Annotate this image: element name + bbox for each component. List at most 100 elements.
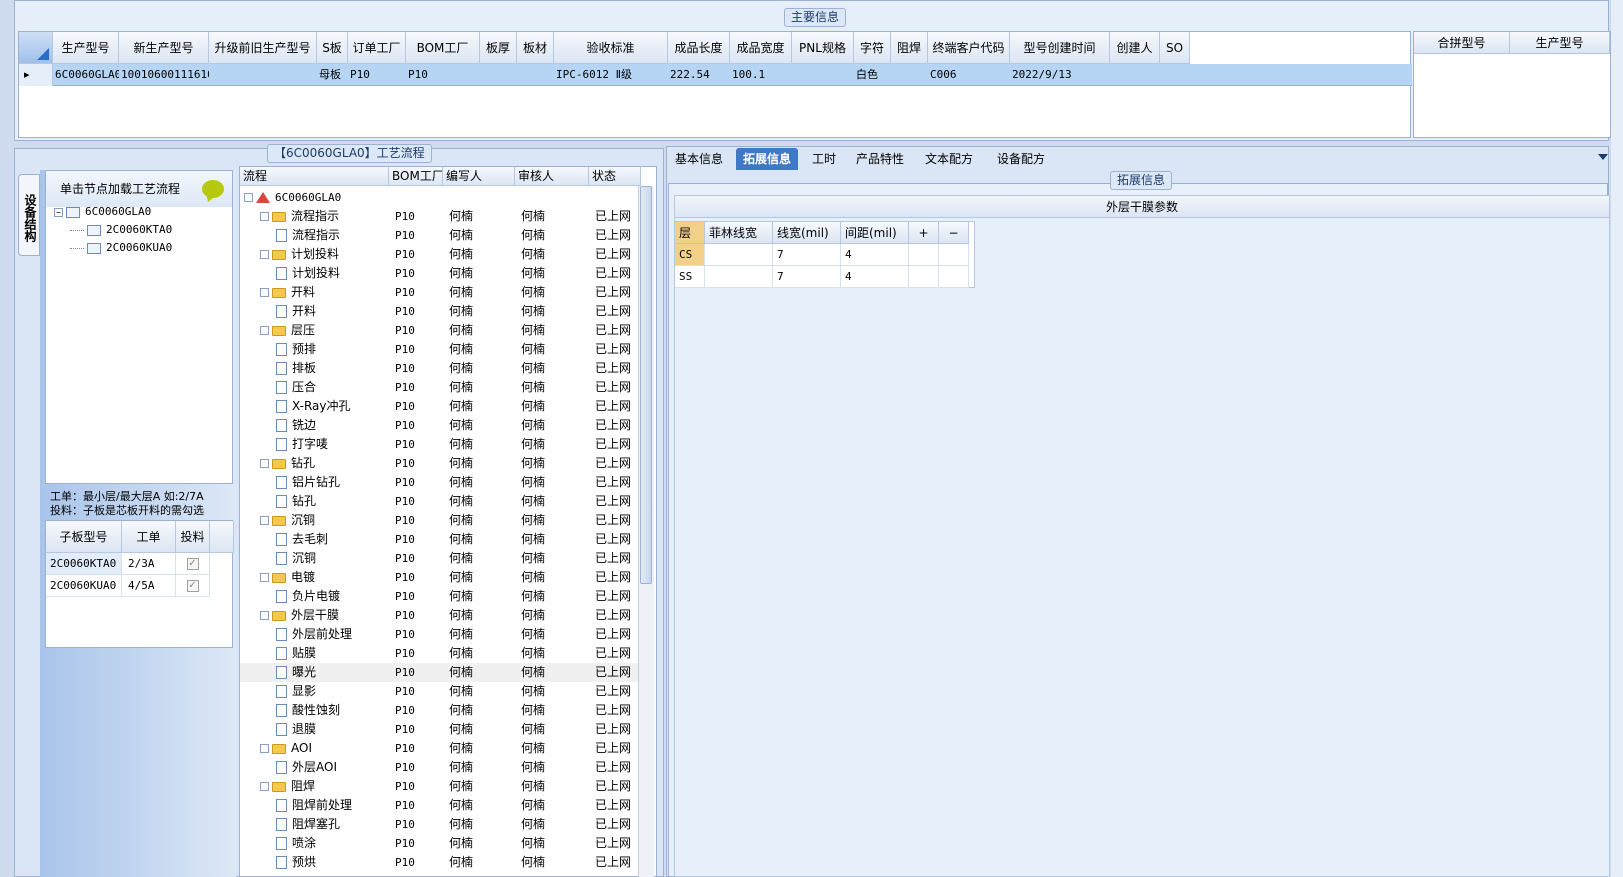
process-reviewer-cell[interactable]: 何楠: [521, 777, 589, 796]
process-name-cell[interactable]: 压合: [276, 378, 389, 397]
process-factory-cell[interactable]: P10: [395, 340, 443, 359]
process-status-cell[interactable]: 已上网: [595, 473, 641, 492]
column-header[interactable]: 合拼型号: [1414, 32, 1510, 54]
column-header[interactable]: 板材: [517, 32, 554, 64]
process-factory-cell[interactable]: P10: [395, 777, 443, 796]
column-header[interactable]: 新生产型号: [119, 32, 209, 64]
process-writer-cell[interactable]: 何楠: [449, 340, 515, 359]
table-cell[interactable]: [211, 64, 317, 86]
process-row[interactable]: 阻焊 P10 何楠 何楠 已上网: [240, 777, 640, 796]
process-factory-cell[interactable]: P10: [395, 758, 443, 777]
process-status-cell[interactable]: 已上网: [595, 606, 641, 625]
process-factory-cell[interactable]: P10: [395, 834, 443, 853]
table-cell[interactable]: [1162, 64, 1190, 86]
column-header[interactable]: 审核人: [515, 167, 589, 186]
process-writer-cell[interactable]: 何楠: [449, 511, 515, 530]
select-all-corner[interactable]: [19, 32, 53, 64]
process-name-cell[interactable]: 阻焊前处理: [276, 796, 389, 815]
process-status-cell[interactable]: 已上网: [595, 568, 641, 587]
process-name-cell[interactable]: 钻孔: [260, 454, 389, 473]
table-cell[interactable]: 6C0060GLA0: [55, 64, 119, 86]
process-row[interactable]: 计划投料 P10 何楠 何楠 已上网: [240, 264, 640, 283]
table-cell[interactable]: P10: [408, 64, 480, 86]
process-writer-cell[interactable]: 何楠: [449, 378, 515, 397]
process-factory-cell[interactable]: P10: [395, 454, 443, 473]
table-cell[interactable]: P10: [350, 64, 406, 86]
process-row[interactable]: AOI P10 何楠 何楠 已上网: [240, 739, 640, 758]
process-status-cell[interactable]: 已上网: [595, 340, 641, 359]
process-reviewer-cell[interactable]: 何楠: [521, 473, 589, 492]
window-scrollbar[interactable]: [1611, 0, 1623, 877]
process-status-cell[interactable]: 已上网: [595, 549, 641, 568]
process-row[interactable]: 流程指示 P10 何楠 何楠 已上网: [240, 207, 640, 226]
process-status-cell[interactable]: 已上网: [595, 625, 641, 644]
process-writer-cell[interactable]: 何楠: [449, 739, 515, 758]
process-factory-cell[interactable]: P10: [395, 321, 443, 340]
process-status-cell[interactable]: 已上网: [595, 739, 641, 758]
collapse-icon[interactable]: −: [54, 207, 63, 217]
process-writer-cell[interactable]: 何楠: [449, 321, 515, 340]
column-header[interactable]: 阻焊: [891, 32, 928, 64]
process-status-cell[interactable]: 已上网: [595, 701, 641, 720]
collapse-icon[interactable]: [260, 573, 269, 582]
column-header[interactable]: 验收标准: [554, 32, 668, 64]
process-reviewer-cell[interactable]: 何楠: [521, 701, 589, 720]
process-name-cell[interactable]: 显影: [276, 682, 389, 701]
sub-feed-cell[interactable]: ✓: [176, 575, 210, 597]
process-reviewer-cell[interactable]: 何楠: [521, 245, 589, 264]
process-status-cell[interactable]: 已上网: [595, 435, 641, 454]
process-name-cell[interactable]: 贴膜: [276, 644, 389, 663]
process-name-cell[interactable]: 铣边: [276, 416, 389, 435]
process-row[interactable]: 预排 P10 何楠 何楠 已上网: [240, 340, 640, 359]
process-row[interactable]: 6C0060GLA0: [240, 188, 640, 207]
remove-cell[interactable]: [939, 244, 969, 266]
process-factory-cell[interactable]: P10: [395, 682, 443, 701]
process-writer-cell[interactable]: 何楠: [449, 473, 515, 492]
process-reviewer-cell[interactable]: 何楠: [521, 834, 589, 853]
collapse-icon[interactable]: [260, 288, 269, 297]
process-status-cell[interactable]: 已上网: [595, 207, 641, 226]
process-writer-cell[interactable]: 何楠: [449, 454, 515, 473]
process-row[interactable]: 贴膜 P10 何楠 何楠 已上网: [240, 644, 640, 663]
process-writer-cell[interactable]: 何楠: [449, 587, 515, 606]
process-reviewer-cell[interactable]: 何楠: [521, 264, 589, 283]
process-row[interactable]: 曝光 P10 何楠 何楠 已上网: [240, 663, 640, 682]
sub-feed-cell[interactable]: ✓: [176, 553, 210, 575]
collapse-icon[interactable]: [260, 611, 269, 620]
column-header[interactable]: 状态: [589, 167, 641, 186]
process-row[interactable]: 负片电镀 P10 何楠 何楠 已上网: [240, 587, 640, 606]
process-row[interactable]: 沉铜 P10 何楠 何楠 已上网: [240, 511, 640, 530]
process-writer-cell[interactable]: 何楠: [449, 777, 515, 796]
process-factory-cell[interactable]: P10: [395, 530, 443, 549]
table-cell[interactable]: [794, 64, 854, 86]
table-cell[interactable]: 10010600111610: [121, 64, 209, 86]
feed-checkbox[interactable]: ✓: [186, 580, 199, 592]
column-header[interactable]: 成品长度: [668, 32, 730, 64]
process-status-cell[interactable]: 已上网: [595, 302, 641, 321]
process-factory-cell[interactable]: P10: [395, 226, 443, 245]
process-reviewer-cell[interactable]: 何楠: [521, 663, 589, 682]
process-name-cell[interactable]: X-Ray冲孔: [276, 397, 389, 416]
process-writer-cell[interactable]: 何楠: [449, 302, 515, 321]
column-header[interactable]: BOM工厂: [406, 32, 480, 64]
process-name-cell[interactable]: 电镀: [260, 568, 389, 587]
process-status-cell[interactable]: [595, 188, 641, 207]
tab-dropdown-icon[interactable]: [1598, 154, 1608, 160]
process-writer-cell[interactable]: 何楠: [449, 796, 515, 815]
table-row[interactable]: ▸ 6C0060GLA0 10010600111610 母板 P10 P10 IPC-601…: [19, 64, 1412, 86]
film-cell[interactable]: [705, 244, 773, 266]
process-name-cell[interactable]: AOI: [260, 739, 389, 758]
process-status-cell[interactable]: 已上网: [595, 283, 641, 302]
process-row[interactable]: 酸性蚀刻 P10 何楠 何楠 已上网: [240, 701, 640, 720]
process-reviewer-cell[interactable]: 何楠: [521, 739, 589, 758]
collapse-icon[interactable]: [260, 744, 269, 753]
process-factory-cell[interactable]: P10: [395, 283, 443, 302]
process-name-cell[interactable]: 曝光: [276, 663, 389, 682]
collapse-icon[interactable]: [260, 459, 269, 468]
column-header[interactable]: S板: [317, 32, 348, 64]
process-factory-cell[interactable]: P10: [395, 606, 443, 625]
process-reviewer-cell[interactable]: 何楠: [521, 302, 589, 321]
process-name-cell[interactable]: 沉铜: [276, 549, 389, 568]
collapse-icon[interactable]: [260, 516, 269, 525]
process-reviewer-cell[interactable]: 何楠: [521, 454, 589, 473]
